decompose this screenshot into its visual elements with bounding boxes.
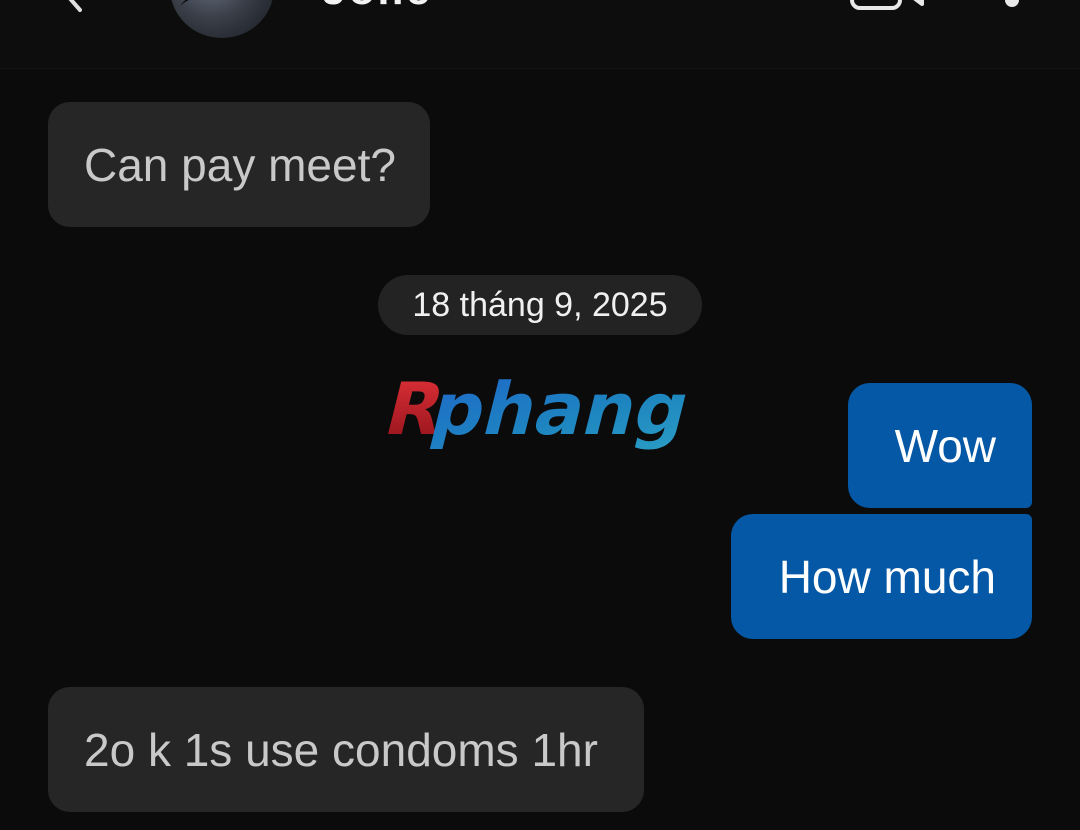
contact-name[interactable]: Jolie [322,0,432,12]
avatar[interactable] [170,0,274,38]
back-button[interactable] [52,0,92,14]
chat-header: Jolie [0,0,1080,69]
date-separator-text: 18 tháng 9, 2025 [412,285,668,324]
outgoing-message[interactable]: Wow [848,383,1032,508]
more-vertical-icon [1005,0,1019,7]
date-separator: 18 tháng 9, 2025 [378,275,702,335]
watermark-logo: R phang [377,368,704,460]
chat-screen: Jolie Can pay meet? 18 tháng 9, 2025 [0,0,1080,830]
outgoing-message[interactable]: How much [731,514,1032,639]
more-options-button[interactable] [1000,0,1024,12]
message-text: How much [778,550,996,603]
arrow-left-icon [68,0,82,12]
incoming-message[interactable]: Can pay meet? [48,102,430,227]
video-camera-icon [850,0,924,10]
message-text: Wow [894,419,996,472]
incoming-message[interactable]: 2o k 1s use condoms 1hr [48,687,644,812]
message-text: Can pay meet? [84,138,396,191]
video-call-button[interactable] [850,0,928,12]
message-text: 2o k 1s use condoms 1hr [84,723,598,776]
svg-text:phang: phang [423,368,698,452]
